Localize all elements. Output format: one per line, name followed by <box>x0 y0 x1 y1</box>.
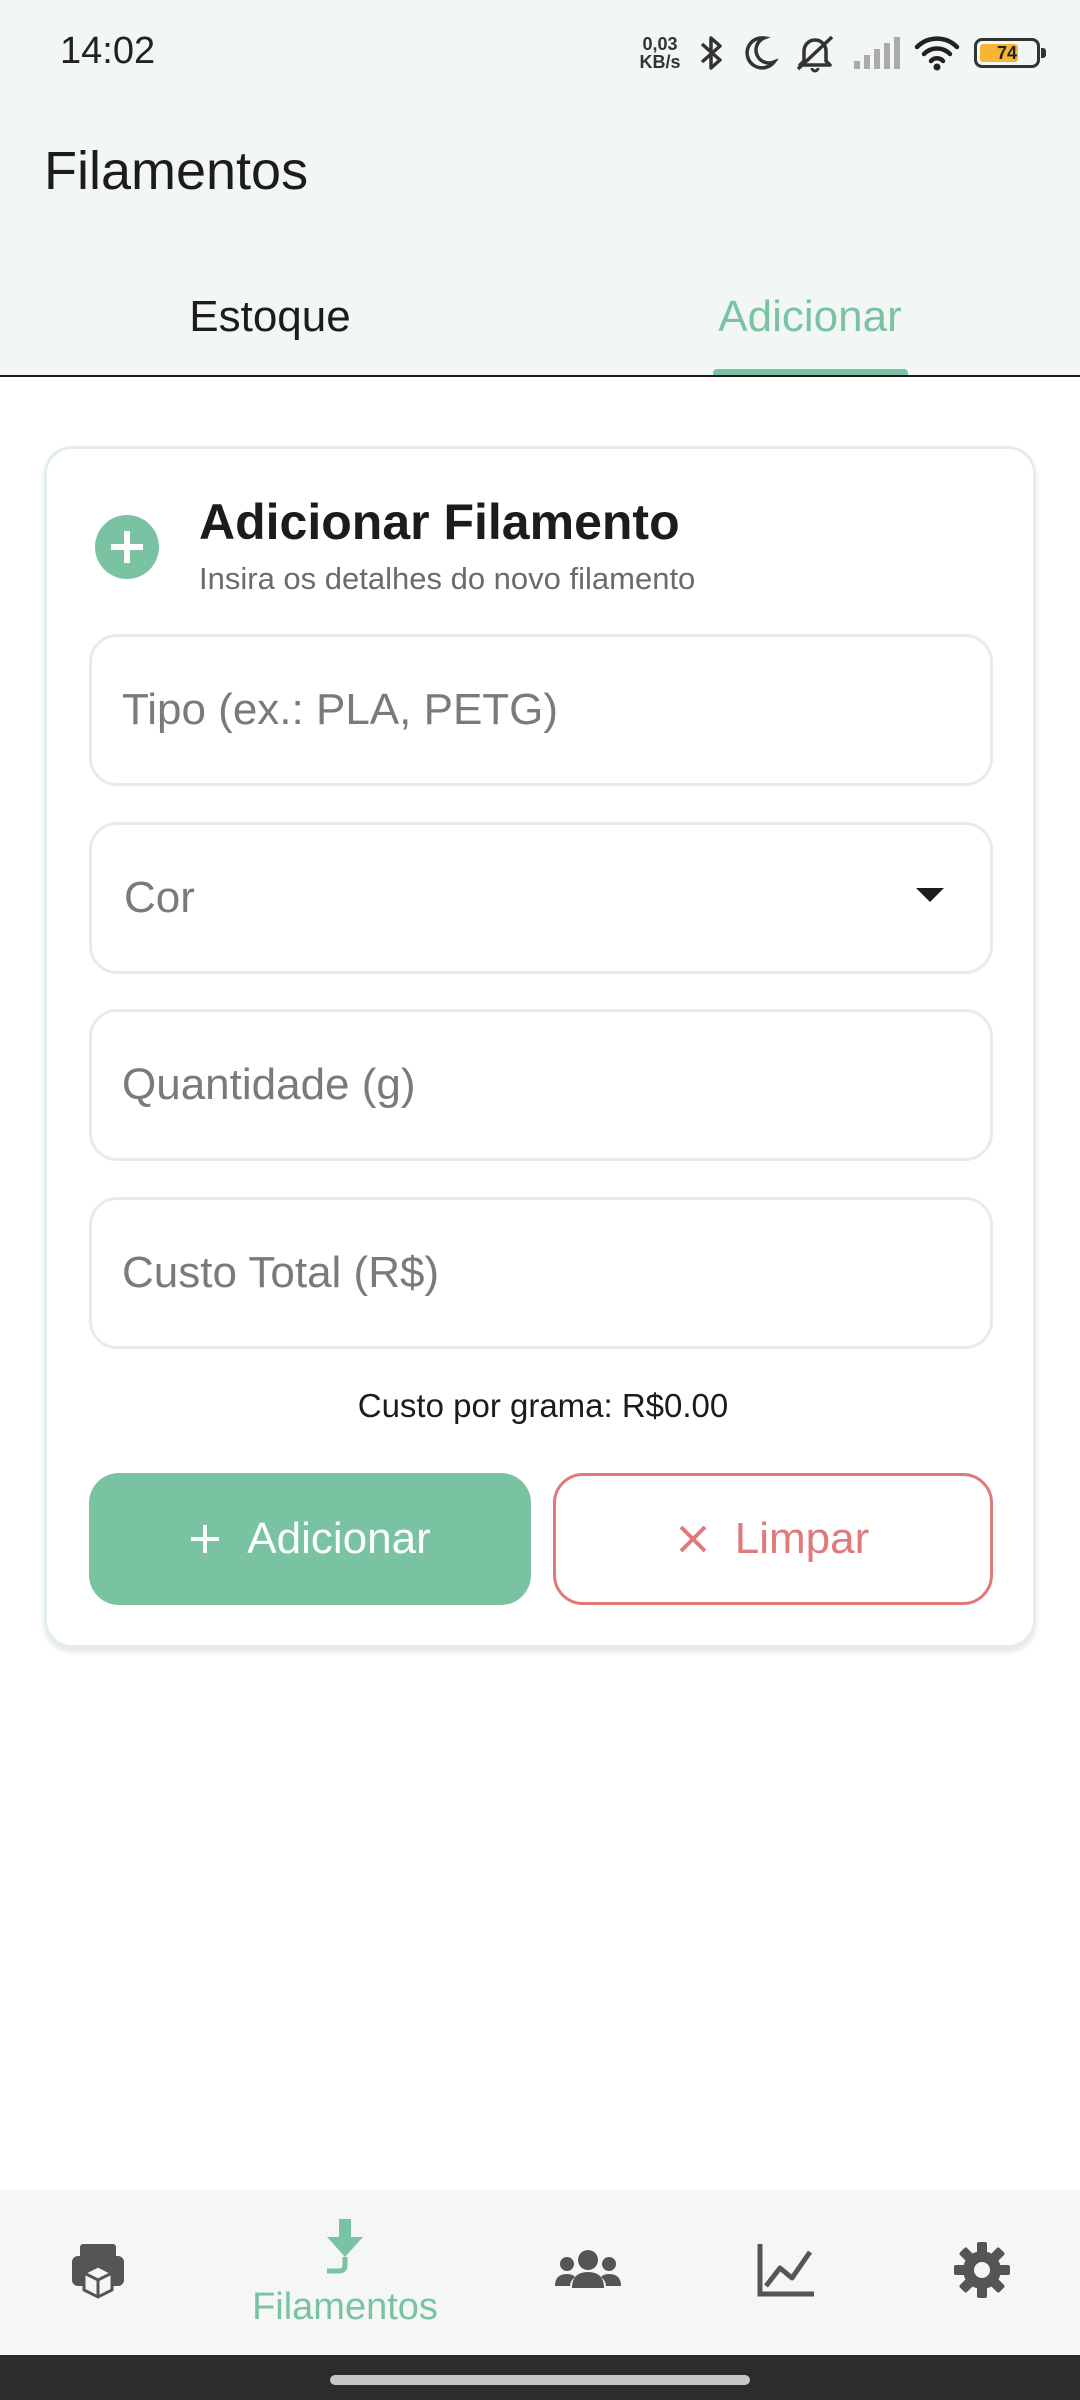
cost-per-gram: Custo por grama: R$0.00 <box>357 1387 729 1424</box>
nav-item-reports[interactable] <box>718 2190 854 2355</box>
battery-icon: 74 <box>974 38 1046 68</box>
printer-icon <box>68 2240 128 2305</box>
tipo-field-container <box>89 634 993 786</box>
battery-level: 74 <box>996 43 1018 63</box>
clear-button[interactable]: Limpar <box>553 1473 993 1605</box>
card-title: Adicionar Filamento <box>199 494 680 550</box>
tipo-input[interactable] <box>122 637 942 783</box>
cor-dropdown-placeholder: Cor <box>124 873 195 922</box>
chart-line-icon <box>756 2240 816 2305</box>
moon-icon <box>740 33 778 73</box>
top-area: 14:02 0,03 KB/s 74 Filamentos Estoque Ad… <box>0 0 1080 377</box>
bottom-navigation: Filamentos <box>0 2190 1080 2355</box>
net-speed-unit: KB/s <box>639 52 681 72</box>
plus-icon <box>189 1516 221 1562</box>
add-button-label: Adicionar <box>247 1514 431 1563</box>
battery-nub <box>1041 48 1046 58</box>
users-icon <box>553 2240 623 2305</box>
quantidade-field-container <box>89 1009 993 1161</box>
status-time: 14:02 <box>60 30 156 72</box>
page-title: Filamentos <box>44 141 309 201</box>
add-circle-icon <box>95 515 159 579</box>
clear-button-label: Limpar <box>734 1514 870 1563</box>
close-icon <box>677 1516 709 1562</box>
bell-off-icon <box>792 33 838 73</box>
custo-field-container <box>89 1197 993 1349</box>
caret-down-icon <box>916 888 944 902</box>
gear-icon <box>952 2240 1012 2305</box>
nav-item-printer[interactable] <box>30 2190 166 2355</box>
cor-dropdown[interactable]: Cor <box>89 822 993 974</box>
cell-signal-icon <box>852 33 900 73</box>
bluetooth-icon <box>698 33 726 73</box>
net-speed: 0,03 KB/s <box>636 35 684 71</box>
filament-download-icon <box>315 2217 375 2282</box>
custo-input[interactable] <box>122 1200 942 1346</box>
nav-label-filamentos: Filamentos <box>252 2285 438 2328</box>
add-button[interactable]: Adicionar <box>89 1473 531 1605</box>
tab-estoque[interactable]: Estoque <box>0 260 540 374</box>
status-bar: 14:02 0,03 KB/s 74 <box>0 0 1080 110</box>
tab-bar: Estoque Adicionar <box>0 260 1080 377</box>
tabs-divider <box>0 375 1080 377</box>
nav-item-filamentos[interactable]: Filamentos <box>220 2190 470 2355</box>
nav-item-settings[interactable] <box>914 2190 1050 2355</box>
tab-adicionar[interactable]: Adicionar <box>540 260 1080 374</box>
home-indicator[interactable] <box>330 2375 750 2385</box>
wifi-icon <box>914 33 960 73</box>
status-icons: 0,03 KB/s 74 <box>636 28 1046 78</box>
quantidade-input[interactable] <box>122 1012 942 1158</box>
nav-item-clients[interactable] <box>520 2190 656 2355</box>
net-speed-value: 0,03 <box>642 34 678 54</box>
add-filament-card: Adicionar Filamento Insira os detalhes d… <box>44 446 1036 1648</box>
card-subtitle: Insira os detalhes do novo filamento <box>199 561 696 596</box>
